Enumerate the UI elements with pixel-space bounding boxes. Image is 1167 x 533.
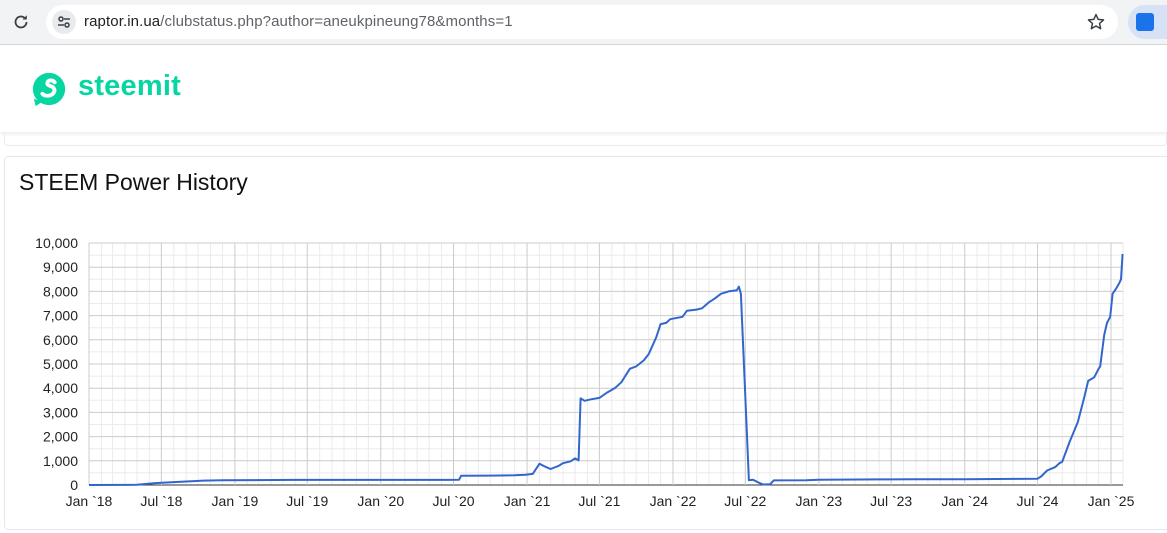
y-tick-label: 1,000 [43,453,78,469]
url-path: /clubstatus.php?author=aneukpineung78&mo… [160,13,513,30]
site-header: steemit [0,46,1167,132]
x-tick-label: Jan `22 [650,493,697,509]
x-tick-label: Jul `18 [140,493,182,509]
y-tick-label: 9,000 [43,259,78,275]
x-tick-label: Jul `19 [286,493,328,509]
y-tick-label: 5,000 [43,356,78,372]
x-tick-label: Jan `19 [212,493,259,509]
extension-icon [1136,13,1154,31]
y-tick-label: 6,000 [43,332,78,348]
brand-name[interactable]: steemit [78,70,181,103]
series-line [88,253,1124,486]
bookmark-star-icon[interactable] [1086,12,1106,32]
chart-x-axis-ticks: Jan `18 Jul `18 Jan `19 Jul `19 Jan `20 Jul `… [66,493,1135,509]
address-bar[interactable]: raptor.in.ua/clubstatus.php?author=aneuk… [46,5,1118,39]
x-tick-label: Jan `24 [941,493,988,509]
x-tick-label: Jul `22 [724,493,766,509]
y-tick-label: 0 [70,477,78,493]
y-tick-label: 2,000 [43,429,78,445]
chart-series-group [88,253,1124,486]
browser-toolbar: raptor.in.ua/clubstatus.php?author=aneuk… [0,0,1167,45]
chart-card: STEEM Power History 0 1,000 2,000 3,000 4,00… [4,156,1167,530]
x-tick-label: Jul `24 [1016,493,1058,509]
extension-button[interactable] [1128,5,1167,39]
url-host: raptor.in.ua [84,13,161,30]
x-tick-label: Jul `21 [578,493,620,509]
y-tick-label: 4,000 [43,380,78,396]
divider [4,132,1167,146]
steemit-logo-icon[interactable] [30,70,68,108]
x-tick-label: Jan `20 [357,493,404,509]
y-tick-label: 8,000 [43,283,78,299]
x-tick-label: Jan `21 [504,493,551,509]
x-tick-label: Jul `23 [870,493,912,509]
x-tick-label: Jul `20 [433,493,475,509]
x-tick-label: Jan `25 [1088,493,1135,509]
chart-y-axis-ticks: 0 1,000 2,000 3,000 4,000 5,000 6,000 7,000 8,00… [35,235,78,493]
y-tick-label: 7,000 [43,308,78,324]
site-info-icon[interactable] [52,10,76,34]
x-tick-label: Jan `18 [66,493,113,509]
y-tick-label: 10,000 [35,235,78,251]
steem-power-chart: 0 1,000 2,000 3,000 4,000 5,000 6,000 7,000 8,00… [35,235,1135,509]
url-text: raptor.in.ua/clubstatus.php?author=aneuk… [84,13,513,30]
y-tick-label: 3,000 [43,404,78,420]
reload-icon[interactable] [11,12,31,32]
x-tick-label: Jan `23 [795,493,842,509]
